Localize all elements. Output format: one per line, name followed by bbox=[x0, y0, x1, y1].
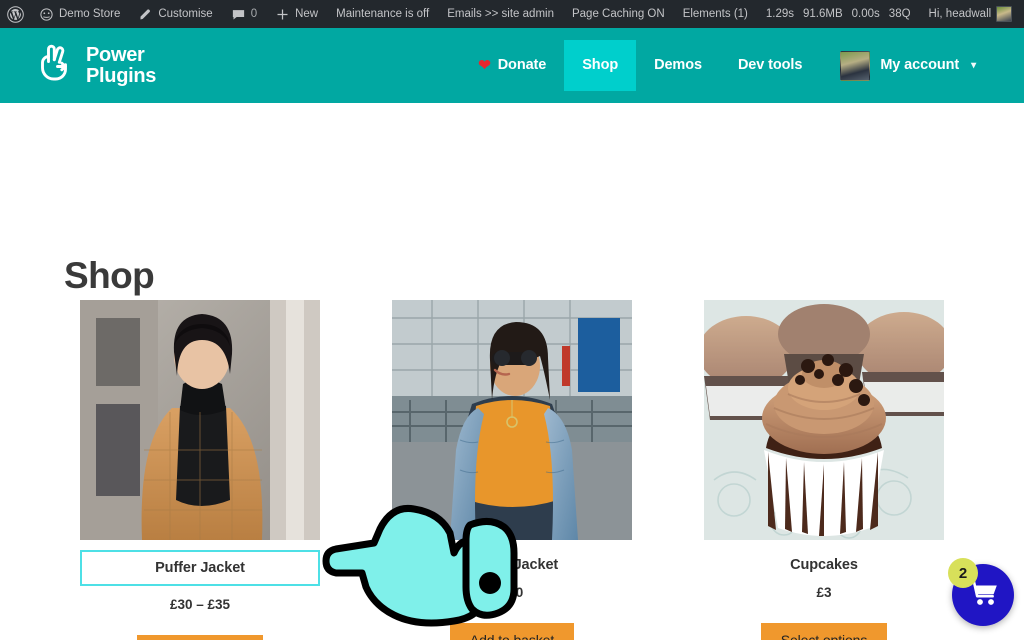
logo-line-1: Power bbox=[86, 43, 145, 66]
new-label: New bbox=[295, 8, 319, 20]
nav-dev-tools-label: Dev tools bbox=[737, 57, 803, 73]
cart-badge-count: 2 bbox=[948, 558, 978, 588]
emails-label: Emails >> site admin bbox=[447, 8, 554, 20]
product-title-cupcakes[interactable]: Cupcakes bbox=[704, 557, 944, 573]
page-title: Shop bbox=[64, 255, 155, 296]
nav-donate-label: Donate bbox=[497, 57, 547, 73]
admin-bar-right: Hi, headwall bbox=[920, 0, 1024, 28]
product-title-puffer-jacket[interactable]: Puffer Jacket bbox=[80, 550, 320, 586]
emails-item[interactable]: Emails >> site admin bbox=[438, 0, 563, 28]
comments-item[interactable]: 0 bbox=[222, 0, 266, 28]
product-action-wrap-2: Add to basket bbox=[392, 623, 632, 640]
maintenance-item[interactable]: Maintenance is off bbox=[327, 0, 438, 28]
comment-icon bbox=[231, 7, 246, 22]
elements-item[interactable]: Elements (1) bbox=[674, 0, 757, 28]
nav-demos-label: Demos bbox=[654, 57, 702, 73]
product-action-wrap-1: Select options bbox=[80, 635, 320, 640]
perf-memory: 91.6MB bbox=[803, 8, 843, 20]
product-grid: Puffer Jacket £30 – £35 Select options bbox=[80, 300, 960, 640]
product-price-puffer-jacket: £30 – £35 bbox=[169, 597, 231, 612]
product-action-wrap-3: Select options bbox=[704, 623, 944, 640]
performance-metrics: 1.29s 91.6MB 0.00s 38Q bbox=[757, 8, 920, 20]
product-card-cupcakes[interactable]: Cupcakes £3 Select options bbox=[704, 300, 944, 640]
chevron-down-icon: ▾ bbox=[971, 60, 976, 71]
wordpress-icon bbox=[7, 5, 24, 23]
comments-count: 0 bbox=[250, 8, 258, 20]
select-options-button-cupcakes[interactable]: Select options bbox=[760, 623, 888, 640]
plus-icon bbox=[275, 7, 290, 22]
product-title-denim-jacket[interactable]: Denim Jacket bbox=[392, 557, 632, 573]
page-caching-item[interactable]: Page Caching ON bbox=[563, 0, 674, 28]
customise-label: Customise bbox=[158, 8, 213, 20]
account-avatar bbox=[840, 50, 871, 81]
customise-item[interactable]: Customise bbox=[129, 0, 221, 28]
product-image-denim-jacket[interactable] bbox=[392, 300, 632, 540]
nav-dev-tools[interactable]: Dev tools bbox=[720, 40, 820, 91]
demo-store-item[interactable]: Demo Store bbox=[30, 0, 129, 28]
product-card-denim-jacket[interactable]: Denim Jacket £30 Add to basket bbox=[392, 300, 632, 640]
product-image-puffer-jacket[interactable] bbox=[80, 300, 320, 540]
new-item[interactable]: New bbox=[266, 0, 327, 28]
nav-shop[interactable]: Shop bbox=[564, 40, 637, 91]
elements-label: Elements (1) bbox=[682, 8, 748, 20]
product-image-cupcakes[interactable] bbox=[704, 300, 944, 540]
peace-hand-icon bbox=[36, 41, 76, 90]
product-price-denim-jacket: £30 bbox=[500, 585, 524, 600]
nav-donate[interactable]: ❤ Donate bbox=[460, 40, 564, 91]
demo-store-label: Demo Store bbox=[59, 8, 121, 20]
nav-my-account[interactable]: My account ▾ bbox=[820, 40, 994, 91]
page-caching-label: Page Caching ON bbox=[571, 8, 665, 20]
product-card-puffer-jacket[interactable]: Puffer Jacket £30 – £35 Select options bbox=[80, 300, 320, 640]
nav-my-account-label: My account bbox=[880, 57, 960, 73]
maintenance-label: Maintenance is off bbox=[336, 8, 430, 20]
perf-query-time: 0.00s bbox=[851, 8, 880, 20]
wp-admin-bar: Demo Store Customise 0 New Maintenance i… bbox=[0, 0, 1024, 28]
greeting-label: Hi, headwall bbox=[928, 8, 992, 20]
perf-load-time: 1.29s bbox=[765, 8, 795, 20]
wordpress-logo-item[interactable] bbox=[0, 0, 30, 28]
product-price-cupcakes: £3 bbox=[816, 585, 832, 600]
cart-fab[interactable]: 2 bbox=[948, 558, 1014, 626]
my-account-admin-item[interactable]: Hi, headwall bbox=[920, 0, 1022, 28]
add-to-basket-button-denim-jacket[interactable]: Add to basket bbox=[449, 623, 575, 640]
nav-shop-label: Shop bbox=[582, 57, 619, 73]
logo-text: Power Plugins bbox=[86, 43, 157, 87]
admin-bar-left: Demo Store Customise 0 New Maintenance i… bbox=[0, 0, 920, 28]
site-logo[interactable]: Power Plugins bbox=[36, 41, 156, 90]
nav-demos[interactable]: Demos bbox=[636, 40, 720, 91]
site-header: Power Plugins ❤ Donate Shop Demos Dev to… bbox=[0, 28, 1024, 103]
avatar bbox=[996, 6, 1013, 22]
store-icon bbox=[39, 7, 54, 22]
select-options-button-puffer-jacket[interactable]: Select options bbox=[136, 635, 264, 640]
logo-line-2: Plugins bbox=[86, 64, 157, 87]
pencil-icon bbox=[138, 7, 153, 22]
page-content: Shop Puffer Jacket £30 – £35 Denim Jacke… bbox=[0, 103, 1024, 640]
perf-queries: 38Q bbox=[888, 8, 911, 20]
main-navigation: ❤ Donate Shop Demos Dev tools My account… bbox=[460, 28, 994, 103]
heart-icon: ❤ bbox=[478, 57, 491, 74]
